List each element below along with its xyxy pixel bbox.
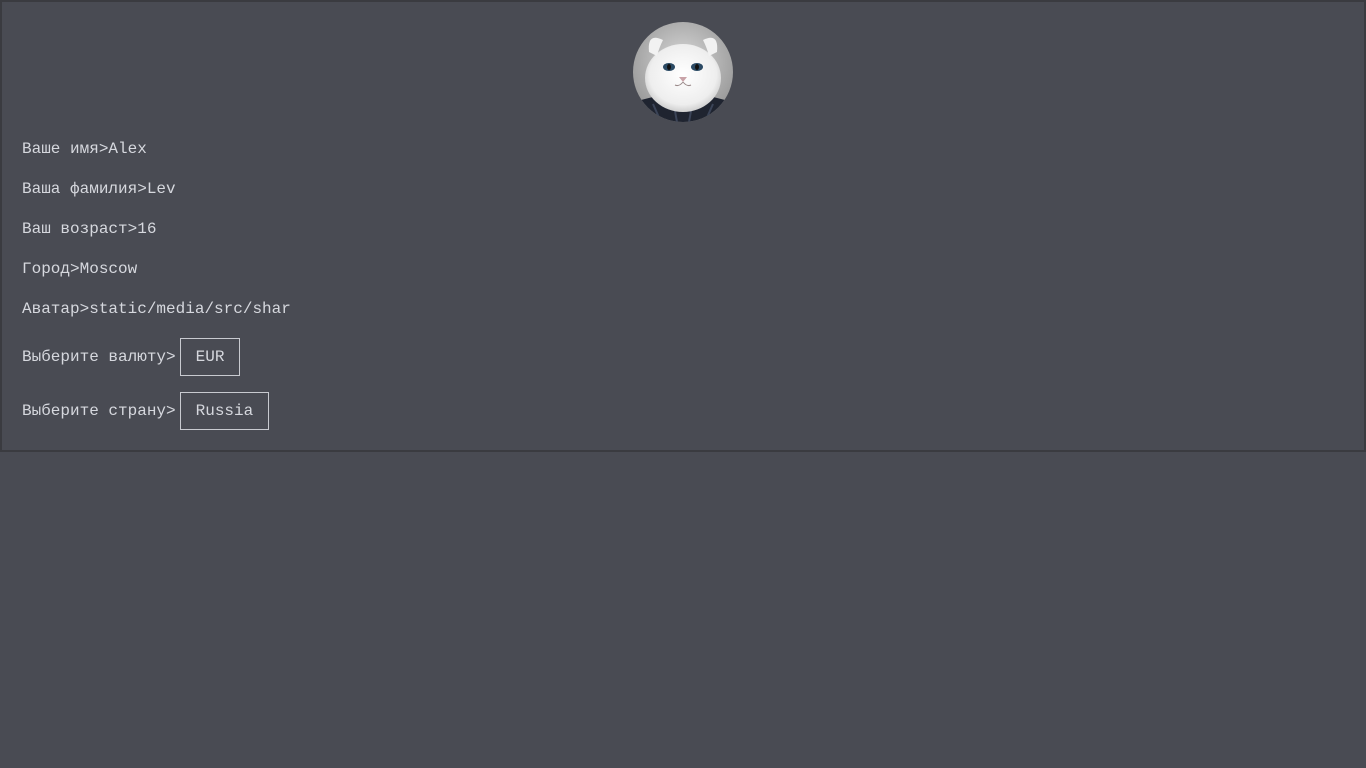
age-label: Ваш возраст> [22, 220, 138, 238]
last-name-row: Ваша фамилия> Lev [22, 179, 176, 199]
city-label: Город> [22, 260, 80, 278]
currency-label: Выберите валюту> [22, 348, 176, 366]
cat-avatar-icon [633, 22, 733, 122]
currency-select[interactable]: EUR [179, 338, 241, 376]
currency-row: Выберите валюту> EUR [22, 338, 241, 376]
country-select[interactable]: Russia [179, 392, 270, 430]
first-name-label: Ваше имя> [22, 140, 109, 158]
country-row: Выберите страну> Russia [22, 392, 270, 430]
first-name-row: Ваше имя> Alex [22, 139, 147, 159]
avatar-path-value[interactable]: static/media/src/shar [89, 299, 291, 319]
first-name-value[interactable]: Alex [108, 139, 146, 159]
avatar-path-row: Аватар> static/media/src/shar [22, 299, 291, 319]
avatar-path-label: Аватар> [22, 300, 90, 318]
age-value[interactable]: 16 [137, 219, 156, 239]
age-row: Ваш возраст> 16 [22, 219, 156, 239]
last-name-label: Ваша фамилия> [22, 180, 147, 198]
city-value[interactable]: Moscow [80, 259, 138, 279]
profile-card: Ваше имя> Alex Ваша фамилия> Lev Ваш возра… [0, 0, 1366, 452]
last-name-value[interactable]: Lev [147, 179, 176, 199]
city-row: Город> Moscow [22, 259, 137, 279]
avatar [633, 22, 733, 122]
country-label: Выберите страну> [22, 402, 176, 420]
